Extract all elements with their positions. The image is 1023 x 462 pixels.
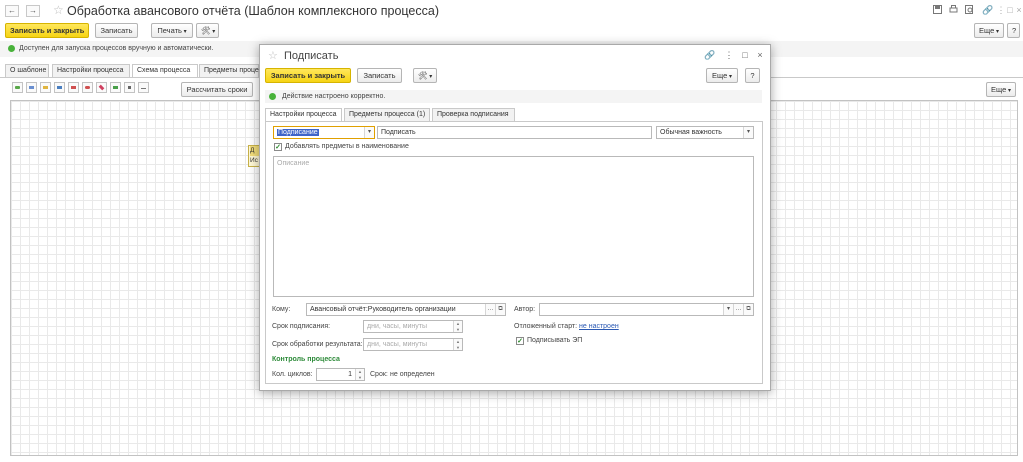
back-button[interactable]: ← — [5, 5, 19, 17]
dialog-tools-button[interactable]: 🛠 — [413, 68, 437, 83]
save-button[interactable]: Записать — [95, 23, 138, 38]
dialog-link-icon[interactable]: 🔗 — [704, 50, 715, 61]
dialog-maximize-icon[interactable]: □ — [740, 50, 750, 60]
add-subjects-label: Добавлять предметы в наименование — [285, 143, 409, 150]
sign-ep-checkbox[interactable]: ✓ — [516, 337, 524, 345]
favorite-star-icon[interactable]: ☆ — [53, 3, 64, 17]
link-icon[interactable]: 🔗 — [982, 5, 993, 15]
preview-icon[interactable] — [964, 5, 974, 15]
info-bar-text: Доступен для запуска процессов вручную и… — [19, 45, 214, 52]
action-icon[interactable] — [12, 82, 23, 93]
deadline-stepper[interactable]: ▲ ▼ — [453, 321, 462, 332]
importance-select[interactable]: Обычная важность ▾ — [656, 126, 754, 139]
to-label: Кому: — [272, 306, 291, 313]
close-icon[interactable]: × — [1014, 5, 1023, 15]
dialog-title: Подписать — [284, 50, 339, 62]
add-subjects-checkbox[interactable]: ✓ — [274, 143, 282, 151]
dialog-save-button[interactable]: Записать — [357, 68, 402, 83]
open-icon[interactable]: ⧉ — [743, 304, 753, 315]
dialog-status-ok-icon — [269, 93, 276, 100]
deadline-placeholder: дни, часы, минуты — [367, 323, 428, 330]
cycles-stepper[interactable]: ▲ ▼ — [355, 369, 364, 380]
result-deadline-label: Срок обработки результата: — [272, 341, 363, 348]
dialog-save-close-button[interactable]: Записать и закрыть — [265, 68, 351, 83]
print-button[interactable]: Печать — [151, 23, 193, 38]
control-heading: Контроль процесса — [272, 356, 340, 363]
deferred-link[interactable]: не настроен — [579, 323, 619, 330]
author-input[interactable]: ▾ … ⧉ — [539, 303, 754, 316]
condition-icon[interactable] — [96, 82, 107, 93]
dialog-close-icon[interactable]: × — [755, 50, 765, 60]
dialog-favorite-star-icon[interactable]: ☆ — [268, 49, 278, 62]
action-type-value: Подписание — [277, 129, 319, 136]
tools-button[interactable]: 🛠 — [196, 23, 219, 38]
schema-more-button[interactable]: Еще — [986, 82, 1016, 97]
pointer-icon[interactable] — [124, 82, 135, 93]
term-value: не определен — [390, 371, 435, 378]
dialog-info-text: Действие настроено корректно. — [282, 93, 386, 100]
result-deadline-placeholder: дни, часы, минуты — [367, 341, 428, 348]
to-input[interactable]: Авансовый отчёт:Руководитель организации… — [306, 303, 506, 316]
dialog-tab-check[interactable]: Проверка подписания — [432, 108, 515, 121]
review-icon[interactable] — [40, 82, 51, 93]
start-icon[interactable] — [110, 82, 121, 93]
window-titlebar: ← → ☆ Обработка авансового отчёта (Шабло… — [0, 0, 1023, 22]
print-icon[interactable] — [948, 5, 958, 15]
term-label: Срок: — [370, 371, 388, 378]
result-deadline-stepper[interactable]: ▲ ▼ — [453, 339, 462, 350]
result-deadline-input[interactable]: дни, часы, минуты ▲ ▼ — [363, 338, 463, 351]
deadline-input[interactable]: дни, часы, минуты ▲ ▼ — [363, 320, 463, 333]
action-name-input[interactable]: Подписать — [377, 126, 652, 139]
more-button[interactable]: Еще — [974, 23, 1004, 38]
chevron-down-icon[interactable]: ▾ — [364, 127, 374, 138]
importance-value: Обычная важность — [660, 129, 722, 136]
chevron-down-icon[interactable]: ▾ — [723, 304, 733, 315]
cycles-label: Кол. циклов: — [272, 371, 313, 378]
dialog-more-button[interactable]: Еще — [706, 68, 738, 83]
select-ellipsis-icon[interactable]: … — [733, 304, 743, 315]
tab-process-settings[interactable]: Настройки процесса — [52, 64, 130, 77]
tab-process-subjects[interactable]: Предметы процесса — [199, 64, 270, 77]
author-label: Автор: — [514, 306, 536, 313]
dialog-tab-settings[interactable]: Настройки процесса — [265, 108, 342, 122]
status-ok-icon — [8, 45, 15, 52]
tab-about[interactable]: О шаблоне — [5, 64, 49, 77]
save-icon[interactable] — [932, 5, 942, 15]
connector-icon[interactable] — [138, 82, 149, 93]
calc-deadlines-button[interactable]: Рассчитать сроки — [181, 82, 253, 97]
action-type-select[interactable]: Подписание ▾ — [273, 126, 375, 139]
chevron-down-icon[interactable]: ▾ — [743, 127, 753, 138]
cycles-value: 1 — [348, 371, 352, 378]
save-close-button[interactable]: Записать и закрыть — [5, 23, 89, 38]
tab-process-schema[interactable]: Схема процесса — [132, 64, 198, 78]
sign-ep-label: Подписывать ЭП — [527, 337, 583, 344]
deferred-label: Отложенный старт: — [514, 323, 578, 330]
to-value: Авансовый отчёт:Руководитель организации — [310, 306, 456, 313]
cycles-input[interactable]: 1 ▲ ▼ — [316, 368, 365, 381]
deadline-label: Срок подписания: — [272, 323, 331, 330]
dialog-info-bar: Действие настроено корректно. — [265, 90, 762, 103]
dialog-help-button[interactable]: ? — [745, 68, 760, 83]
dialog-settings-panel: Подписание ▾ Подписать Обычная важность … — [265, 122, 763, 384]
description-textarea[interactable]: Описание — [273, 156, 754, 297]
help-button[interactable]: ? — [1007, 23, 1020, 38]
dialog-tab-subjects[interactable]: Предметы процесса (1) — [344, 108, 430, 121]
sign-dialog: ☆ Подписать 🔗 ⋮ □ × Записать и закрыть З… — [259, 44, 771, 391]
execute-icon[interactable] — [54, 82, 65, 93]
sign-icon[interactable] — [68, 82, 79, 93]
open-icon[interactable]: ⧉ — [495, 304, 505, 315]
forward-button[interactable]: → — [26, 5, 40, 17]
approve-icon[interactable] — [26, 82, 37, 93]
window-title: Обработка авансового отчёта (Шаблон комп… — [67, 4, 439, 18]
register-icon[interactable] — [82, 82, 93, 93]
dialog-menu-icon[interactable]: ⋮ — [724, 50, 734, 61]
select-ellipsis-icon[interactable]: … — [485, 304, 495, 315]
